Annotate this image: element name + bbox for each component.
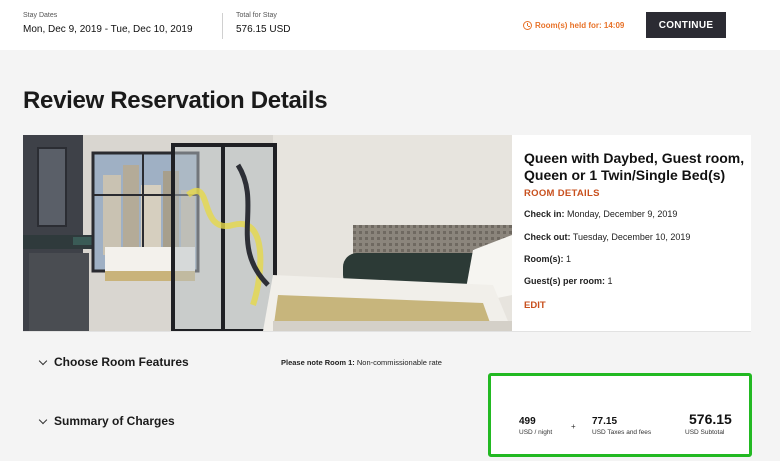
stay-dates-label: Stay Dates <box>23 12 58 19</box>
room-note-text: Non-commissionable rate <box>356 358 442 367</box>
subtotal-value: 576.15 <box>689 411 732 427</box>
subtotal-label: USD Subtotal <box>685 429 725 436</box>
stay-dates-value: Mon, Dec 9, 2019 - Tue, Dec 10, 2019 <box>23 24 193 35</box>
taxes-label: USD Taxes and fees <box>592 429 652 436</box>
choose-room-features-label: Choose Room Features <box>54 355 189 369</box>
guests-value: 1 <box>607 276 613 286</box>
rooms-row: Room(s): 1 <box>524 254 571 264</box>
total-value: 576.15 USD <box>236 24 291 35</box>
chevron-down-icon <box>38 356 48 365</box>
charges-summary-box: 499 USD / night + 77.15 USD Taxes and fe… <box>488 373 752 457</box>
room-card: Queen with Daybed, Guest room, Queen or … <box>23 135 751 331</box>
chevron-down-icon <box>38 415 48 424</box>
room-photo <box>23 135 512 331</box>
page-title: Review Reservation Details <box>23 87 328 114</box>
room-hold-timer-text: Room(s) held for: 14:09 <box>535 21 625 30</box>
room-hold-timer: Room(s) held for: 14:09 <box>523 21 624 30</box>
room-note: Please note Room 1: Non-commissionable r… <box>281 358 442 367</box>
guests-label: Guest(s) per room: <box>524 276 606 286</box>
clock-icon <box>523 21 532 30</box>
guests-row: Guest(s) per room: 1 <box>524 276 613 286</box>
check-out-row: Check out: Tuesday, December 10, 2019 <box>524 232 690 242</box>
reservation-header-bar: Stay Dates Mon, Dec 9, 2019 - Tue, Dec 1… <box>0 0 780 50</box>
check-out-value: Tuesday, December 10, 2019 <box>572 232 691 242</box>
nightly-rate-value: 499 <box>519 416 536 427</box>
room-stay-info: Check in: Monday, December 9, 2019 Check… <box>524 135 754 331</box>
edit-link[interactable]: EDIT <box>524 300 546 311</box>
summary-of-charges-label: Summary of Charges <box>54 414 175 428</box>
plus-sign: + <box>571 422 576 431</box>
check-in-row: Check in: Monday, December 9, 2019 <box>524 209 677 219</box>
check-in-value: Monday, December 9, 2019 <box>567 209 678 219</box>
room-note-label: Please note Room 1: <box>281 358 355 367</box>
rooms-value: 1 <box>566 254 572 264</box>
total-label: Total for Stay <box>236 12 277 19</box>
rooms-label: Room(s): <box>524 254 564 264</box>
check-in-label: Check in: <box>524 209 565 219</box>
nightly-rate-label: USD / night <box>519 429 553 436</box>
continue-button[interactable]: CONTINUE <box>646 12 726 38</box>
header-divider <box>222 13 223 39</box>
taxes-value: 77.15 <box>592 416 618 427</box>
check-out-label: Check out: <box>524 232 571 242</box>
choose-room-features-toggle[interactable]: Choose Room Features <box>38 355 189 369</box>
section-divider <box>23 331 751 332</box>
summary-of-charges-toggle[interactable]: Summary of Charges <box>38 414 175 428</box>
